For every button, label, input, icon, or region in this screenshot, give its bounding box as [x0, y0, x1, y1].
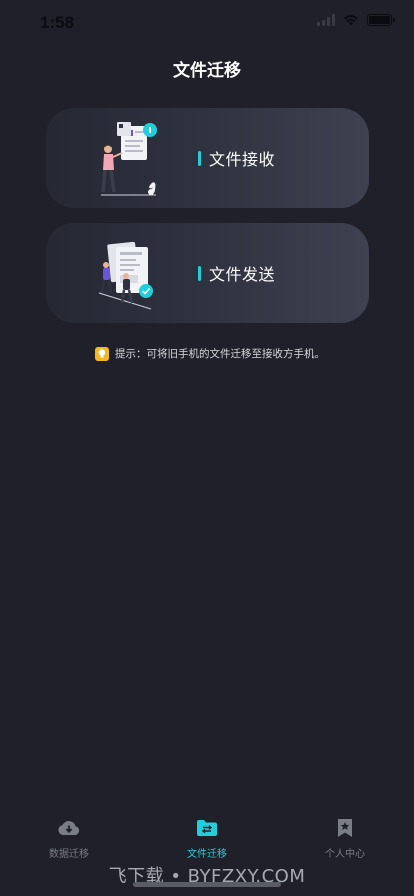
hint-text: 提示：可将旧手机的文件迁移至接收方手机。 [115, 348, 325, 360]
tab-profile[interactable]: 个人中心 [305, 817, 385, 860]
tab-file-migration-label: 文件迁移 [187, 849, 227, 860]
tab-file-migration[interactable]: 文件迁移 [167, 817, 247, 860]
file-send-text: 文件发送 [209, 265, 276, 284]
wifi-icon [344, 15, 358, 26]
bookmark-star-icon [305, 817, 385, 839]
battery-icon [367, 14, 395, 26]
file-send-label: 文件发送 [198, 261, 275, 285]
file-receive-card[interactable]: 文件接收 [46, 108, 369, 208]
file-receive-text: 文件接收 [209, 150, 276, 169]
cellular-signal-icon [317, 14, 335, 26]
status-time: 1:58 [40, 13, 75, 32]
label-accent-bar [198, 265, 201, 281]
tab-data-migration-label: 数据迁移 [49, 849, 89, 860]
file-send-card[interactable]: 文件发送 [46, 223, 369, 323]
folder-transfer-icon [167, 817, 247, 839]
status-icons [317, 14, 395, 26]
hint: 提示：可将旧手机的文件迁移至接收方手机。 [95, 346, 325, 361]
lightbulb-icon [95, 346, 109, 361]
label-accent-bar [198, 150, 201, 166]
tab-profile-label: 个人中心 [325, 849, 365, 860]
tab-data-migration[interactable]: 数据迁移 [29, 817, 109, 860]
home-indicator [133, 882, 281, 887]
cloud-download-icon [29, 817, 109, 839]
page-title: 文件迁移 [173, 61, 241, 81]
file-receive-label: 文件接收 [198, 146, 275, 170]
status-bar: 1:58 [0, 0, 414, 44]
